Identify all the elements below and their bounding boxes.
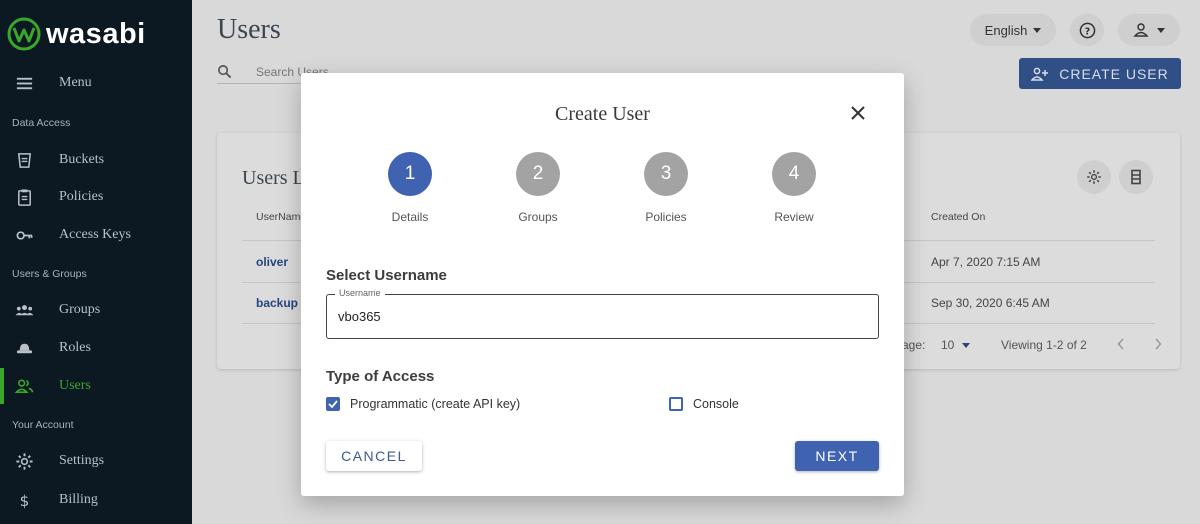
username-field-label: Username (335, 288, 385, 298)
checkbox-unchecked-icon[interactable] (669, 397, 683, 411)
step-label: Policies (645, 210, 687, 224)
step-review[interactable]: 4 Review (749, 152, 839, 224)
programmatic-checkbox[interactable]: Programmatic (create API key) (326, 397, 520, 411)
select-username-heading: Select Username (326, 267, 447, 284)
step-number: 4 (772, 152, 816, 196)
console-checkbox[interactable]: Console (669, 397, 739, 411)
step-label: Groups (518, 210, 558, 224)
dialog-title: Create User (555, 103, 650, 125)
close-button[interactable] (847, 102, 869, 124)
checkbox-checked-icon[interactable] (326, 397, 340, 411)
step-groups[interactable]: 2 Groups (493, 152, 583, 224)
step-policies[interactable]: 3 Policies (621, 152, 711, 224)
username-field[interactable]: Username (326, 288, 879, 339)
step-number: 2 (516, 152, 560, 196)
console-label: Console (693, 397, 739, 411)
type-of-access-heading: Type of Access (326, 368, 435, 385)
next-button[interactable]: NEXT (795, 441, 879, 471)
create-user-dialog: Create User 1 Details 2 Groups 3 Policie… (301, 73, 904, 496)
step-label: Review (774, 210, 814, 224)
close-icon (851, 106, 865, 120)
step-label: Details (391, 210, 429, 224)
step-number: 1 (388, 152, 432, 196)
cancel-button[interactable]: CANCEL (326, 441, 422, 471)
step-number: 3 (644, 152, 688, 196)
programmatic-label: Programmatic (create API key) (350, 397, 521, 411)
username-input[interactable] (338, 309, 838, 324)
step-details[interactable]: 1 Details (365, 152, 455, 224)
